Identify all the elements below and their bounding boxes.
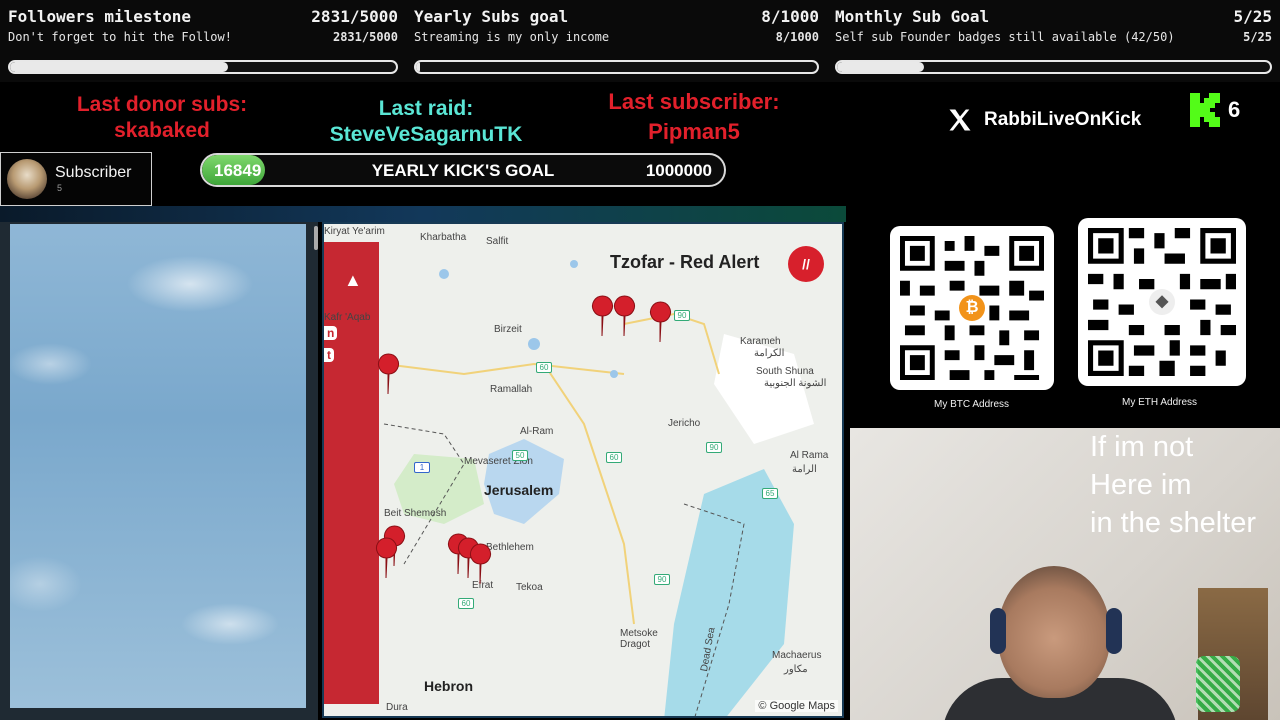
subscriber-number: 5	[57, 183, 63, 193]
x-logo-icon	[949, 109, 971, 131]
goal-count-secondary: 2831/5000	[332, 30, 398, 44]
alert-marker-icon	[470, 543, 491, 585]
bitcoin-icon: ₿	[959, 295, 985, 321]
sky-camera-feed	[0, 222, 318, 720]
last-subscriber-label: Last subscriber:	[608, 89, 780, 114]
goal-progress-fill	[10, 62, 229, 72]
map-credit: © Google Maps	[755, 700, 838, 712]
goal-count-secondary: 5/25	[1243, 30, 1272, 44]
subscriber-label: Subscriber	[55, 164, 132, 181]
goal-title: Followers milestone	[8, 7, 192, 26]
goal-subtitle: Streaming is my only income	[414, 30, 610, 44]
avatar	[7, 159, 47, 199]
goal-title: Yearly Subs goal	[414, 7, 569, 26]
eth-address-label: My ETH Address	[1122, 397, 1198, 408]
goal-count: 2831/5000	[311, 7, 398, 26]
last-raid-name: SteveVeSagarnuTK	[329, 123, 523, 146]
goal-count: 8/1000	[761, 7, 819, 26]
shelter-note: If im not Here im in the shelter	[1090, 431, 1257, 539]
monthly-sub-goal: Monthly Sub Goal 5/25 Self sub Founder b…	[827, 0, 1280, 82]
red-alert-map[interactable]: ▲ n t Tzofar - Red Alert // Salfit Birze…	[322, 222, 844, 718]
yearly-subs-goal: Yearly Subs goal 8/1000 Streaming is my …	[406, 0, 827, 82]
ethereum-icon: ◆	[1149, 289, 1175, 315]
btc-qr-code: ₿	[890, 226, 1054, 390]
goal-count: 5/25	[1233, 7, 1272, 26]
alert-marker-icon	[614, 295, 635, 337]
last-donor-label: Last donor subs:	[76, 93, 248, 116]
last-subscriber: Last subscriber: Pipman5	[570, 87, 818, 147]
last-raid-label: Last raid:	[378, 97, 474, 120]
followers-goal: Followers milestone 2831/5000 Don't forg…	[0, 0, 406, 82]
scrollbar[interactable]	[314, 226, 318, 250]
kick-badge: 6	[1190, 93, 1240, 127]
x-social-handle: RabbiLiveOnKick	[946, 106, 1141, 134]
alert-marker-icon	[378, 353, 399, 395]
last-donor-name: skabaked	[114, 119, 210, 142]
divider-strip	[0, 206, 846, 222]
goal-subtitle: Don't forget to hit the Follow!	[8, 30, 232, 44]
last-raid: Last raid: SteveVeSagarnuTK	[300, 96, 552, 148]
headset-icon	[990, 608, 1006, 654]
streamer-head	[998, 566, 1110, 698]
subscriber-card: Subscriber 5	[0, 152, 152, 206]
btc-address-label: My BTC Address	[934, 399, 1010, 410]
kick-goal-bar: 16849 YEARLY KICK'S GOAL 1000000	[200, 153, 726, 187]
goal-count-secondary: 8/1000	[775, 30, 819, 44]
alert-marker-icon	[650, 301, 671, 343]
last-subscriber-name: Pipman5	[648, 119, 740, 144]
goal-title: Monthly Sub Goal	[835, 7, 990, 26]
kick-logo-icon	[1190, 93, 1220, 127]
goal-progress-bar	[414, 60, 819, 74]
goal-progress-fill	[416, 62, 420, 72]
kick-count: 6	[1228, 97, 1241, 122]
eth-qr-code: ◆	[1078, 218, 1246, 386]
alert-marker-icon	[592, 295, 613, 337]
goal-progress-bar	[835, 60, 1272, 74]
alert-markers	[376, 295, 671, 585]
last-donor-subs: Last donor subs: skabaked	[40, 92, 284, 144]
goal-subtitle: Self sub Founder badges still available …	[835, 30, 1175, 44]
headset-icon	[1106, 608, 1122, 654]
x-handle-text: RabbiLiveOnKick	[984, 109, 1142, 130]
webcam-feed: If im not Here im in the shelter	[850, 428, 1280, 720]
goal-progress-bar	[8, 60, 398, 74]
goal-progress-fill	[837, 62, 924, 72]
kick-goal-target: 1000000	[645, 161, 712, 180]
sky-image	[10, 224, 306, 708]
kick-gem-icon	[1196, 656, 1240, 712]
